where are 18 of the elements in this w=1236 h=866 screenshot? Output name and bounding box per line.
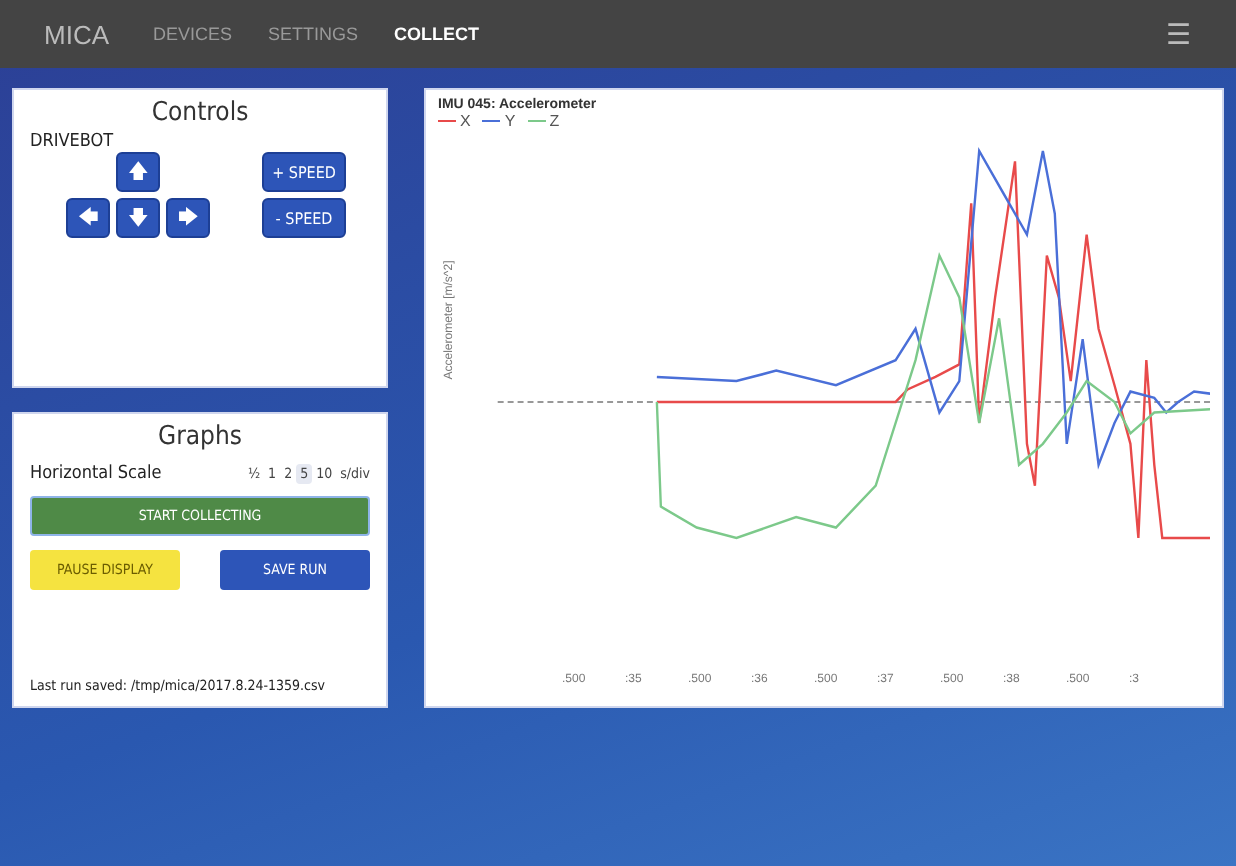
speed-button[interactable]: + SPEED — [262, 152, 346, 192]
menu-icon[interactable]: ☰ — [1166, 18, 1192, 50]
nav-tab[interactable]: COLLECT — [394, 24, 480, 44]
scale-label: Horizontal Scale — [30, 464, 164, 484]
nav-tab[interactable]: SETTINGS — [268, 24, 359, 44]
brand-logo[interactable]: MICA — [44, 19, 109, 49]
speed-button[interactable]: - SPEED — [262, 198, 346, 238]
left-arrow-button[interactable]: 🡄 — [66, 198, 110, 238]
legend-label[interactable]: X — [460, 112, 471, 130]
up-arrow-button[interactable]: 🡅 — [116, 152, 160, 192]
panel-title: Graphs — [156, 422, 244, 452]
down-arrow-button[interactable]: 🡇 — [116, 198, 160, 238]
right-arrow-button[interactable]: 🡆 — [166, 198, 210, 238]
device-label: DRIVEBOT — [30, 132, 116, 152]
panel-title: Controls — [149, 98, 251, 128]
legend-label[interactable]: Z — [549, 112, 560, 130]
legend-label[interactable]: Y — [504, 112, 516, 130]
nav-tab[interactable]: DEVICES — [153, 24, 233, 44]
